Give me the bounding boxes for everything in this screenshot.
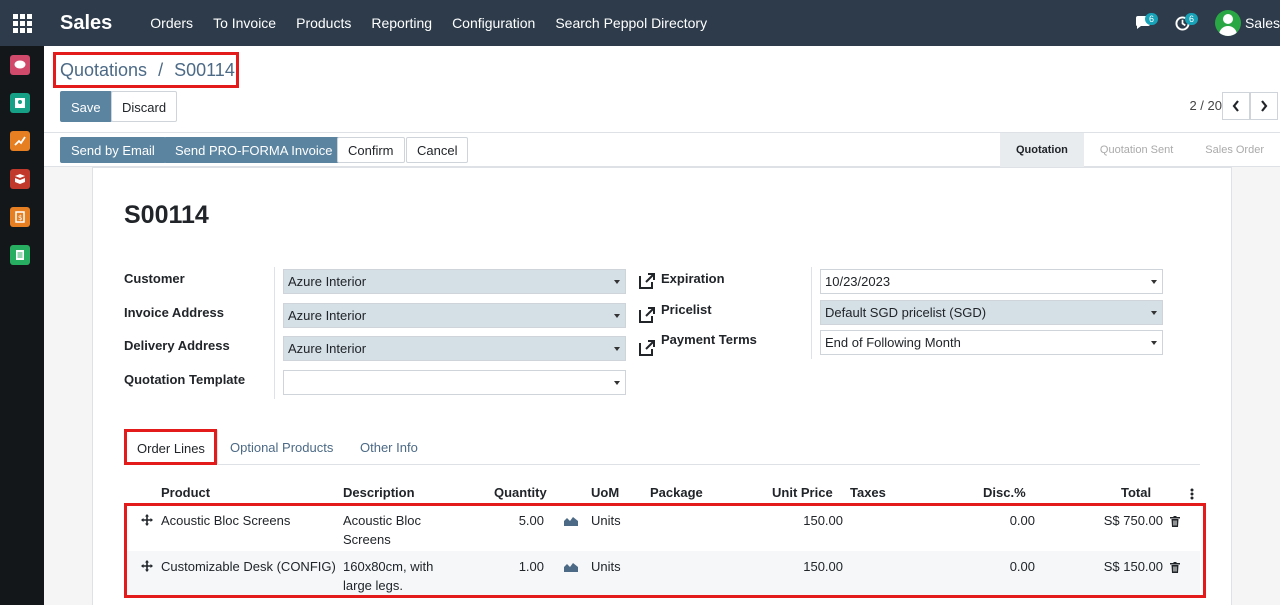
quotation-template-dropdown-icon[interactable] bbox=[614, 381, 620, 385]
invoice-address-value: Azure Interior bbox=[288, 308, 367, 323]
payment-terms-value: End of Following Month bbox=[825, 335, 961, 350]
save-button[interactable]: Save bbox=[60, 91, 112, 122]
optional-columns-icon[interactable] bbox=[1190, 488, 1194, 500]
header-description[interactable]: Description bbox=[343, 485, 415, 500]
status-stages: Quotation Quotation Sent Sales Order bbox=[999, 133, 1280, 167]
tab-optional-products[interactable]: Optional Products bbox=[218, 430, 345, 465]
pricelist-value: Default SGD pricelist (SGD) bbox=[825, 305, 987, 320]
left-group-separator bbox=[274, 267, 275, 399]
delivery-address-field[interactable]: Azure Interior bbox=[283, 336, 626, 361]
messages-badge: 6 bbox=[1144, 13, 1158, 25]
order-lines-tab-highlight bbox=[124, 429, 217, 465]
svg-text:$: $ bbox=[18, 214, 22, 222]
menu-configuration[interactable]: Configuration bbox=[442, 0, 545, 46]
app-sidebar: $ bbox=[0, 46, 44, 605]
payment-terms-field[interactable]: End of Following Month bbox=[820, 330, 1163, 355]
invoice-address-field[interactable]: Azure Interior bbox=[283, 303, 626, 328]
document-name: S00114 bbox=[124, 201, 209, 229]
header-uom[interactable]: UoM bbox=[591, 485, 619, 500]
customer-dropdown-icon[interactable] bbox=[614, 280, 620, 284]
app-title[interactable]: Sales bbox=[60, 12, 112, 35]
customer-value: Azure Interior bbox=[288, 274, 367, 289]
stage-quotation-sent[interactable]: Quotation Sent bbox=[1084, 133, 1189, 167]
delivery-address-label: Delivery Address bbox=[124, 338, 230, 353]
header-discount[interactable]: Disc.% bbox=[983, 485, 1026, 500]
apps-menu-icon[interactable] bbox=[0, 0, 44, 46]
customer-field[interactable]: Azure Interior bbox=[283, 269, 626, 294]
header-unit-price[interactable]: Unit Price bbox=[772, 485, 833, 500]
order-lines-highlight bbox=[124, 503, 1206, 598]
header-taxes[interactable]: Taxes bbox=[850, 485, 886, 500]
header-total[interactable]: Total bbox=[1121, 485, 1151, 500]
invoice-address-label: Invoice Address bbox=[124, 305, 224, 320]
form-sheet: S00114 Customer Invoice Address Delivery… bbox=[92, 167, 1232, 605]
form-tabs: Order Lines Optional Products Other Info bbox=[124, 430, 1200, 465]
expiration-dropdown-icon[interactable] bbox=[1151, 280, 1157, 284]
invoice-address-external-link-icon[interactable] bbox=[637, 305, 657, 325]
form-area: S00114 Customer Invoice Address Delivery… bbox=[44, 167, 1280, 605]
contacts-icon[interactable] bbox=[10, 93, 30, 113]
pricelist-field[interactable]: Default SGD pricelist (SGD) bbox=[820, 300, 1163, 325]
quotation-template-field[interactable] bbox=[283, 370, 626, 395]
cancel-button[interactable]: Cancel bbox=[406, 137, 469, 163]
pager-previous-button[interactable] bbox=[1222, 92, 1250, 120]
order-lines-header: Product Description Quantity UoM Package… bbox=[124, 482, 1200, 502]
tab-other-info[interactable]: Other Info bbox=[348, 430, 430, 465]
menu-orders[interactable]: Orders bbox=[140, 0, 203, 46]
documents-icon[interactable] bbox=[10, 245, 30, 265]
menu-search-peppol-directory[interactable]: Search Peppol Directory bbox=[545, 0, 717, 46]
send-by-email-button[interactable]: Send by Email bbox=[60, 137, 166, 163]
control-panel: Quotations / S00114 Save Discard 2 / 20 bbox=[44, 46, 1280, 133]
delivery-address-external-link-icon[interactable] bbox=[637, 338, 657, 358]
delivery-address-dropdown-icon[interactable] bbox=[614, 347, 620, 351]
user-avatar[interactable] bbox=[1214, 10, 1241, 36]
menu-products[interactable]: Products bbox=[286, 0, 361, 46]
expiration-field[interactable]: 10/23/2023 bbox=[820, 269, 1163, 294]
top-navbar: Sales Orders To Invoice Products Reporti… bbox=[0, 0, 1280, 46]
header-quantity[interactable]: Quantity bbox=[494, 485, 547, 500]
header-product[interactable]: Product bbox=[161, 485, 210, 500]
customer-label: Customer bbox=[124, 271, 185, 286]
expiration-value: 10/23/2023 bbox=[825, 274, 891, 289]
payment-terms-dropdown-icon[interactable] bbox=[1151, 341, 1157, 345]
stage-sales-order[interactable]: Sales Order bbox=[1189, 133, 1280, 167]
invoicing-icon[interactable]: $ bbox=[10, 207, 30, 227]
discuss-icon[interactable] bbox=[10, 55, 30, 75]
header-package[interactable]: Package bbox=[650, 485, 703, 500]
breadcrumb-highlight bbox=[53, 52, 239, 88]
pager-next-button[interactable] bbox=[1250, 92, 1278, 120]
pricelist-dropdown-icon[interactable] bbox=[1151, 311, 1157, 315]
activities-clock-icon[interactable]: 6 bbox=[1163, 0, 1203, 46]
messages-icon[interactable]: 6 bbox=[1123, 0, 1163, 46]
quotation-template-label: Quotation Template bbox=[124, 372, 246, 387]
customer-external-link-icon[interactable] bbox=[637, 271, 657, 291]
pricelist-label: Pricelist bbox=[661, 302, 712, 317]
payment-terms-label: Payment Terms bbox=[661, 332, 757, 347]
activities-badge: 6 bbox=[1184, 13, 1198, 25]
pager-value[interactable]: 2 / 20 bbox=[1189, 98, 1222, 113]
send-proforma-invoice-button[interactable]: Send PRO-FORMA Invoice bbox=[164, 137, 344, 163]
delivery-address-value: Azure Interior bbox=[288, 341, 367, 356]
inventory-icon[interactable] bbox=[10, 169, 30, 189]
top-menu: Orders To Invoice Products Reporting Con… bbox=[140, 0, 717, 46]
confirm-button[interactable]: Confirm bbox=[337, 137, 405, 163]
expiration-label: Expiration bbox=[661, 271, 725, 286]
status-bar: Send by Email Send PRO-FORMA Invoice Con… bbox=[44, 133, 1280, 167]
menu-reporting[interactable]: Reporting bbox=[361, 0, 442, 46]
right-group-separator bbox=[811, 267, 812, 359]
user-name[interactable]: Sales bbox=[1245, 15, 1280, 31]
menu-to-invoice[interactable]: To Invoice bbox=[203, 0, 286, 46]
discard-button[interactable]: Discard bbox=[111, 91, 178, 122]
pager-nav bbox=[1222, 92, 1278, 120]
stage-quotation[interactable]: Quotation bbox=[999, 133, 1084, 167]
sales-icon[interactable] bbox=[10, 131, 30, 151]
invoice-address-dropdown-icon[interactable] bbox=[614, 314, 620, 318]
